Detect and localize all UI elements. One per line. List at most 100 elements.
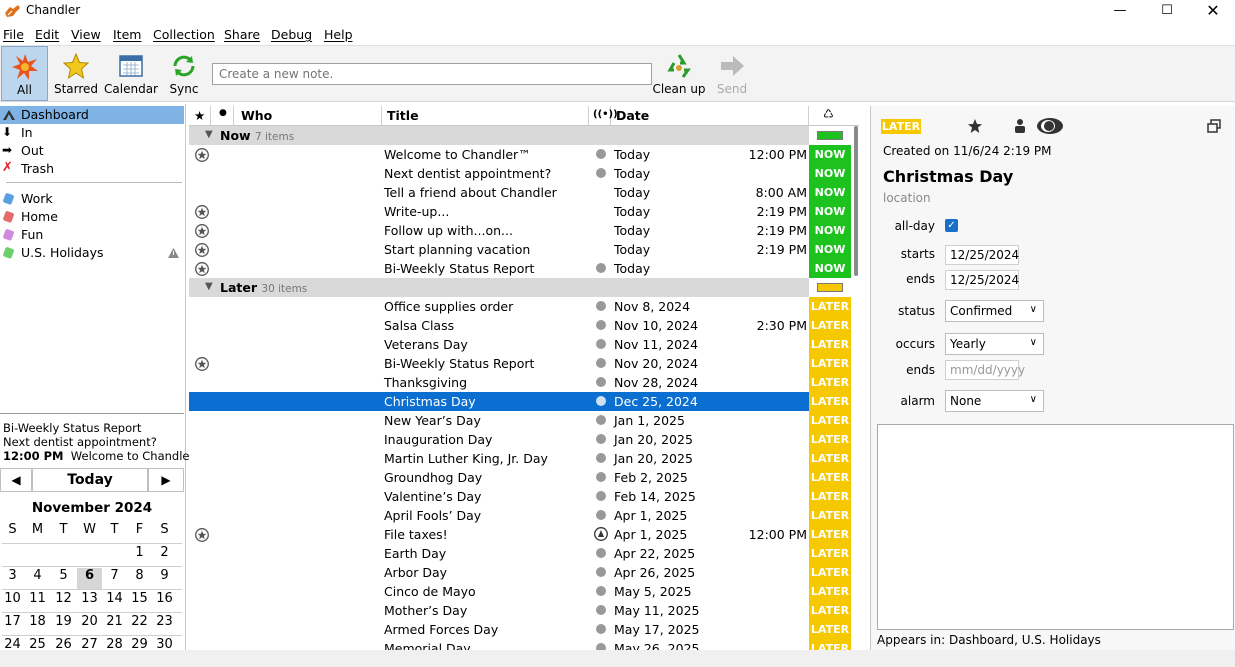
menu-file[interactable]: File [3, 27, 24, 42]
reminder-dot-icon[interactable] [596, 358, 606, 368]
table-row[interactable]: Follow up with...on... Today 2:19 PM [189, 221, 809, 240]
reminder-dot-icon[interactable] [596, 320, 606, 330]
triage-status-button[interactable]: LATER [809, 487, 851, 506]
calendar-day[interactable]: 6 [77, 568, 102, 590]
triage-status-button[interactable]: LATER [809, 316, 851, 335]
table-row[interactable]: File taxes! Apr 1, 2025 12:00 PM [189, 525, 809, 544]
table-row[interactable]: Cinco de Mayo May 5, 2025 [189, 582, 809, 601]
calendar-day[interactable]: 15 [127, 591, 152, 613]
end-date-field[interactable]: 12/25/2024 [945, 270, 1019, 290]
notes-textarea[interactable] [877, 424, 1234, 630]
triage-status-button[interactable]: LATER [809, 411, 851, 430]
event-title[interactable]: Christmas Day [883, 167, 1013, 186]
calendar-day[interactable]: 14 [102, 591, 127, 613]
prev-month-button[interactable]: ◀ [0, 468, 32, 492]
menu-debug[interactable]: Debug [271, 27, 312, 42]
sidebar-item-in[interactable]: ⬇ In [0, 124, 184, 142]
all-button[interactable]: All [1, 46, 48, 101]
calendar-day[interactable]: 1 [127, 545, 152, 567]
person-icon[interactable] [1012, 118, 1028, 134]
alarm-dropdown[interactable]: None ∨ [945, 390, 1044, 412]
star-icon[interactable] [195, 357, 209, 371]
calendar-day[interactable]: 9 [152, 568, 177, 590]
location-field[interactable]: location [883, 191, 931, 205]
sidebar-item-fun[interactable]: Fun [0, 226, 184, 244]
triage-status-button[interactable]: LATER [809, 506, 851, 525]
reminder-dot-icon[interactable] [596, 168, 606, 178]
triage-status-button[interactable]: LATER [809, 373, 851, 392]
next-month-button[interactable]: ▶ [148, 468, 184, 492]
table-row[interactable]: Earth Day Apr 22, 2025 [189, 544, 809, 563]
clean-up-button[interactable]: Clean up [652, 46, 706, 101]
table-row[interactable]: Bi-Weekly Status Report Today [189, 259, 809, 278]
calendar-day[interactable]: 18 [25, 614, 50, 636]
reminder-dot-icon[interactable] [596, 453, 606, 463]
triage-status-button[interactable]: NOW [809, 202, 851, 221]
table-row[interactable]: Veterans Day Nov 11, 2024 [189, 335, 809, 354]
reminder-dot-icon[interactable] [596, 510, 606, 520]
quick-entry-input[interactable] [212, 63, 652, 85]
triage-status-button[interactable]: NOW [809, 259, 851, 278]
reminder-dot-icon[interactable] [596, 149, 606, 159]
reminder-dot-icon[interactable] [596, 605, 606, 615]
header-title-column[interactable]: Title [382, 106, 589, 126]
reminder-dot-icon[interactable] [596, 491, 606, 501]
calendar-day[interactable]: 7 [102, 568, 127, 590]
sidebar-item-trash[interactable]: ✗ Trash [0, 160, 184, 178]
triage-status-button[interactable]: LATER [809, 525, 851, 544]
sidebar-item-us-holidays[interactable]: U.S. Holidays [0, 244, 184, 262]
triage-status-button[interactable]: LATER [809, 601, 851, 620]
table-row[interactable]: Tell a friend about Chandler Today 8:00 AM [189, 183, 809, 202]
calendar-day[interactable]: 4 [25, 568, 50, 590]
header-who-column[interactable]: Who [234, 106, 382, 126]
triage-status-button[interactable]: NOW [809, 221, 851, 240]
section-header[interactable]: ▼ Now 7 items [189, 126, 809, 145]
calendar-day[interactable]: 17 [0, 614, 25, 636]
table-row[interactable]: Christmas Day Dec 25, 2024 [189, 392, 809, 411]
preview-item[interactable]: Bi-Weekly Status Report [3, 421, 141, 435]
reminder-dot-icon[interactable] [596, 396, 606, 406]
calendar-day[interactable]: 11 [25, 591, 50, 613]
table-row[interactable]: New Year’s Day Jan 1, 2025 [189, 411, 809, 430]
triage-status-button[interactable]: LATER [809, 468, 851, 487]
triage-status-button[interactable]: LATER [809, 354, 851, 373]
calendar-day[interactable]: 5 [51, 568, 76, 590]
alarm-clock-icon[interactable] [594, 527, 608, 541]
section-header[interactable]: ▼ Later 30 items [189, 278, 809, 297]
triage-status-button[interactable]: LATER [809, 335, 851, 354]
triage-status-button[interactable]: LATER [809, 563, 851, 582]
maximize-button[interactable]: ☐ [1144, 0, 1190, 24]
calendar-day[interactable]: 3 [0, 568, 25, 590]
minimize-button[interactable]: — [1097, 0, 1143, 24]
calendar-day[interactable]: 16 [152, 591, 177, 613]
menu-item[interactable]: Item [113, 27, 141, 42]
calendar-day[interactable]: 20 [77, 614, 102, 636]
star-icon[interactable] [195, 528, 209, 542]
star-icon[interactable] [195, 148, 209, 162]
table-row[interactable]: Salsa Class Nov 10, 2024 2:30 PM [189, 316, 809, 335]
all-day-checkbox[interactable]: ✓ [945, 219, 958, 232]
sidebar-item-dashboard[interactable]: Dashboard [0, 106, 184, 124]
recurrence-end-field[interactable]: mm/dd/yyyy [945, 360, 1025, 380]
table-row[interactable]: Next dentist appointment? Today [189, 164, 809, 183]
scrollbar-thumb[interactable] [854, 126, 858, 276]
today-button[interactable]: Today [32, 468, 148, 492]
table-row[interactable]: Office supplies order Nov 8, 2024 [189, 297, 809, 316]
event-toggle-icon[interactable] [1036, 117, 1064, 135]
section-triage-bar[interactable] [817, 131, 843, 140]
close-button[interactable]: ✕ [1190, 0, 1235, 24]
triage-status-button[interactable]: LATER [809, 392, 851, 411]
table-row[interactable]: Valentine’s Day Feb 14, 2025 [189, 487, 809, 506]
header-star-column[interactable]: ★ [189, 106, 211, 126]
header-reminder-column[interactable]: ((•)) [589, 106, 618, 126]
triage-status-badge[interactable]: LATER [881, 119, 921, 134]
header-type-column[interactable]: ● [211, 106, 234, 126]
reminder-dot-icon[interactable] [596, 377, 606, 387]
send-button[interactable]: Send [712, 46, 752, 101]
starred-button[interactable]: Starred [53, 46, 99, 101]
calendar-button[interactable]: Calendar [103, 46, 159, 101]
triage-status-button[interactable]: LATER [809, 449, 851, 468]
calendar-day[interactable]: 8 [127, 568, 152, 590]
menu-edit[interactable]: Edit [35, 27, 59, 42]
triage-status-button[interactable]: LATER [809, 430, 851, 449]
